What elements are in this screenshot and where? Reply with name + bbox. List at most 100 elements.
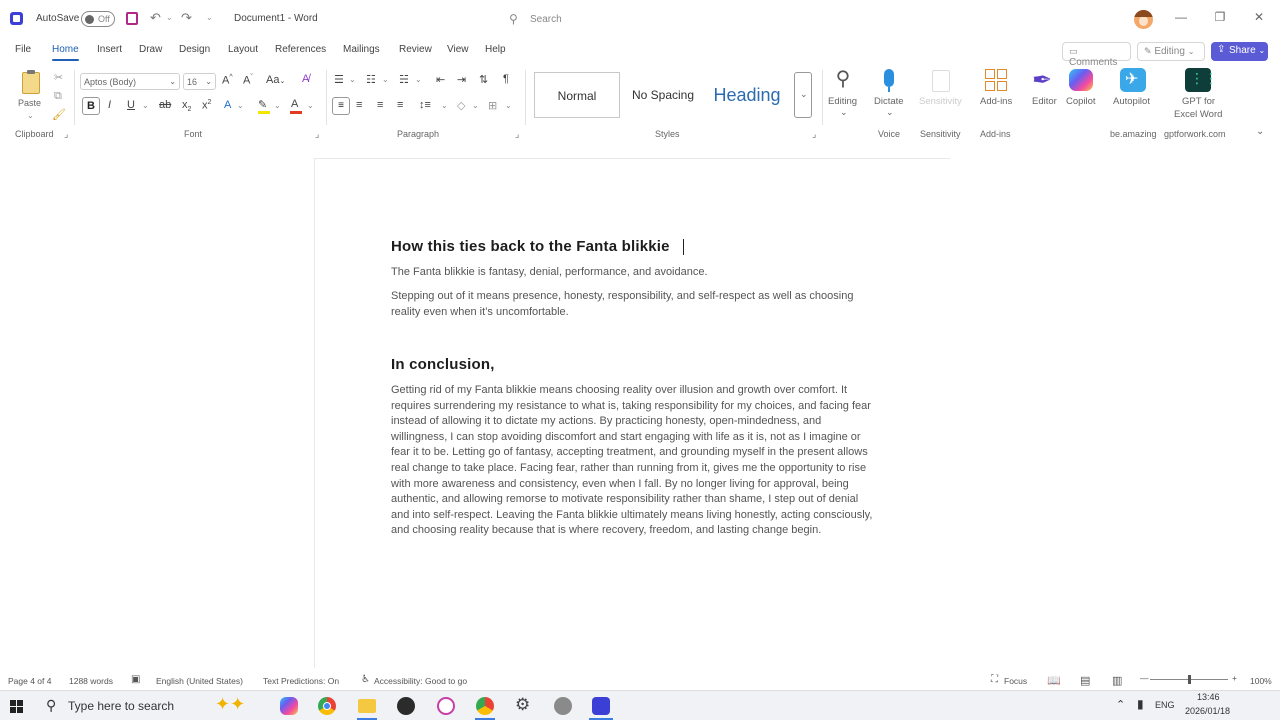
- shading-icon[interactable]: ◇: [457, 99, 465, 112]
- editor-icon[interactable]: ✒: [1032, 66, 1052, 95]
- windows-start-icon[interactable]: [10, 700, 23, 713]
- bullets-icon[interactable]: ☰: [334, 73, 344, 86]
- underline-dropdown-icon[interactable]: ⌄: [142, 101, 149, 110]
- decrease-indent-icon[interactable]: ⇤: [436, 73, 445, 86]
- taskbar-search[interactable]: Type here to search: [68, 699, 174, 713]
- borders-icon[interactable]: ⊞: [488, 99, 497, 112]
- snipping-tool-icon[interactable]: [437, 697, 455, 715]
- paragraph-conclusion[interactable]: Getting rid of my Fanta blikkie means ch…: [391, 383, 873, 539]
- autosave-toggle[interactable]: Off: [81, 11, 115, 27]
- strikethrough-icon[interactable]: ab: [159, 99, 171, 111]
- clock-date[interactable]: 2026/01/18: [1185, 706, 1230, 716]
- clear-formatting-icon[interactable]: A̸: [302, 73, 309, 85]
- print-layout-icon[interactable]: ▤: [1080, 674, 1090, 687]
- tab-review[interactable]: Review: [399, 44, 432, 55]
- close-button[interactable]: ✕: [1250, 10, 1268, 24]
- tab-insert[interactable]: Insert: [97, 44, 122, 55]
- multilevel-dropdown-icon[interactable]: ⌄: [415, 75, 422, 84]
- zoom-slider[interactable]: [1150, 675, 1228, 684]
- collapse-ribbon-icon[interactable]: ⌄: [1256, 126, 1264, 137]
- borders-dropdown-icon[interactable]: ⌄: [505, 101, 512, 110]
- font-name-box[interactable]: Aptos (Body) ⌄: [80, 73, 180, 90]
- dialog-launcher-icon[interactable]: ⌟: [315, 129, 319, 140]
- restore-button[interactable]: ❐: [1211, 10, 1229, 24]
- read-mode-icon[interactable]: 📖: [1047, 674, 1061, 687]
- paragraph-fantasy[interactable]: The Fanta blikkie is fantasy, denial, pe…: [391, 265, 873, 281]
- font-color-dropdown-icon[interactable]: ⌄: [307, 101, 314, 110]
- word-taskbar-icon[interactable]: [592, 697, 610, 715]
- increase-indent-icon[interactable]: ⇥: [457, 73, 466, 86]
- clock-time[interactable]: 13:46: [1197, 692, 1220, 702]
- chevron-up-icon[interactable]: ⌃: [1116, 698, 1125, 711]
- accessibility-status[interactable]: Accessibility: Good to go: [374, 676, 467, 686]
- focus-button[interactable]: Focus: [1004, 676, 1027, 686]
- align-center-icon[interactable]: ≡: [356, 99, 362, 111]
- page-count[interactable]: Page 4 of 4: [8, 676, 51, 686]
- copilot-icon[interactable]: [1069, 69, 1093, 91]
- save-icon[interactable]: [126, 12, 138, 25]
- subscript-icon[interactable]: x2: [182, 99, 191, 113]
- grow-font-icon[interactable]: A^: [222, 74, 233, 87]
- tab-mailings[interactable]: Mailings: [343, 44, 380, 55]
- style-heading[interactable]: Heading: [704, 72, 790, 118]
- tab-references[interactable]: References: [275, 44, 326, 55]
- align-left-button[interactable]: ≡: [332, 97, 350, 115]
- minimize-button[interactable]: —: [1172, 10, 1190, 24]
- paragraph-stepping-out[interactable]: Stepping out of it means presence, hones…: [391, 289, 873, 320]
- share-button[interactable]: ⇪ Share ⌄: [1211, 42, 1268, 61]
- tab-layout[interactable]: Layout: [228, 44, 258, 55]
- style-normal[interactable]: Normal: [534, 72, 620, 118]
- format-painter-icon[interactable]: 🖌: [52, 108, 66, 121]
- shrink-font-icon[interactable]: Aˇ: [243, 74, 253, 87]
- tab-home[interactable]: Home: [52, 44, 79, 61]
- editing-mode-button[interactable]: ✎ Editing ⌄: [1137, 42, 1205, 61]
- comments-button[interactable]: ▭ Comments: [1062, 42, 1131, 68]
- chrome-profile-icon[interactable]: [476, 697, 494, 715]
- zoom-in-icon[interactable]: +: [1232, 673, 1237, 683]
- undo-dropdown-icon[interactable]: ⌄: [166, 13, 173, 22]
- text-predictions[interactable]: Text Predictions: On: [263, 676, 339, 686]
- superscript-icon[interactable]: x2: [202, 99, 211, 112]
- battery-icon[interactable]: ▮: [1137, 697, 1144, 711]
- change-case-icon[interactable]: Aa⌄: [266, 74, 285, 86]
- dialog-launcher-icon[interactable]: ⌟: [515, 129, 519, 140]
- line-spacing-icon[interactable]: ↕≡: [419, 99, 431, 111]
- italic-icon[interactable]: I: [108, 99, 111, 111]
- copilot-taskbar-icon[interactable]: [280, 697, 298, 715]
- file-explorer-icon[interactable]: [358, 699, 376, 713]
- bold-button[interactable]: B: [82, 97, 100, 115]
- zoom-out-icon[interactable]: —: [1140, 673, 1149, 683]
- highlight-dropdown-icon[interactable]: ⌄: [274, 101, 281, 110]
- numbering-dropdown-icon[interactable]: ⌄: [382, 75, 389, 84]
- style-no-spacing[interactable]: No Spacing: [624, 72, 702, 118]
- align-right-icon[interactable]: ≡: [377, 99, 383, 111]
- language[interactable]: English (United States): [156, 676, 243, 686]
- styles-gallery-more[interactable]: ⌄: [794, 72, 812, 118]
- line-spacing-dropdown-icon[interactable]: ⌄: [441, 101, 448, 110]
- tab-file[interactable]: File: [15, 44, 31, 55]
- autopilot-icon[interactable]: ✈: [1120, 68, 1146, 92]
- multilevel-list-icon[interactable]: ☵: [399, 73, 409, 86]
- undo-icon[interactable]: ↶: [150, 10, 161, 26]
- heading-ties-back[interactable]: How this ties back to the Fanta blikkie: [391, 238, 670, 255]
- underline-icon[interactable]: U: [127, 99, 135, 111]
- proofing-icon[interactable]: ▣: [131, 674, 140, 685]
- web-layout-icon[interactable]: ▥: [1112, 674, 1122, 687]
- chrome-icon[interactable]: [318, 697, 336, 715]
- microphone-icon[interactable]: [884, 69, 894, 87]
- font-color-icon[interactable]: A: [291, 98, 298, 110]
- heading-conclusion[interactable]: In conclusion,: [391, 356, 495, 373]
- numbering-icon[interactable]: ☷: [366, 73, 376, 86]
- addins-icon[interactable]: [985, 69, 1007, 91]
- app-icon[interactable]: [554, 697, 572, 715]
- customize-qat-icon[interactable]: ⌄: [206, 13, 213, 22]
- sensitivity-icon[interactable]: [932, 70, 950, 92]
- tab-help[interactable]: Help: [485, 44, 506, 55]
- input-language[interactable]: ENG: [1155, 700, 1175, 710]
- sort-icon[interactable]: ⇅: [479, 73, 488, 86]
- tab-design[interactable]: Design: [179, 44, 210, 55]
- user-avatar[interactable]: [1134, 10, 1153, 29]
- redo-icon[interactable]: ↷: [181, 10, 192, 26]
- tab-view[interactable]: View: [447, 44, 469, 55]
- text-effects-icon[interactable]: A: [224, 99, 231, 111]
